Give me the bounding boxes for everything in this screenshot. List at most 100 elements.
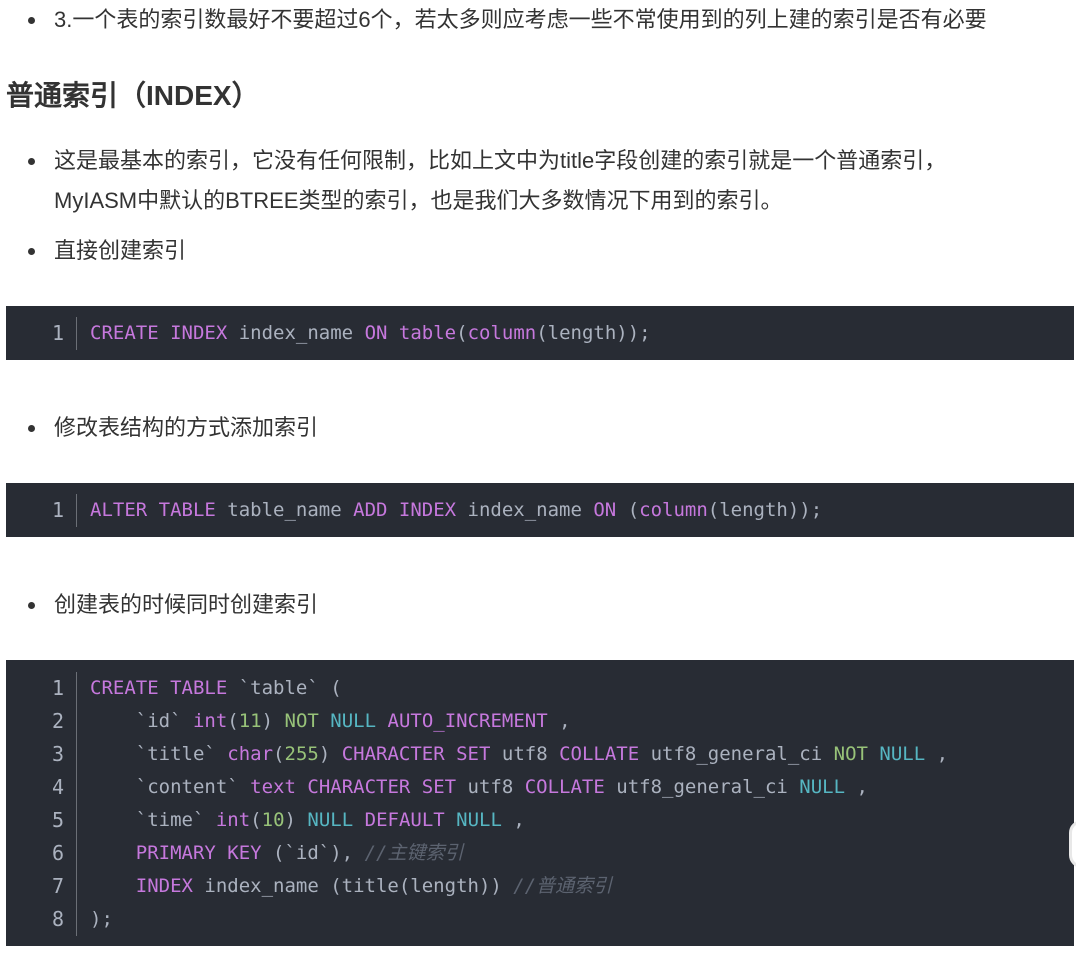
line-number: 6 bbox=[51, 841, 64, 865]
code-token: ON bbox=[364, 322, 388, 344]
code-line: 1 CREATE TABLE `table` ( bbox=[6, 672, 1074, 705]
line-number: 8 bbox=[51, 907, 64, 931]
code-token: index_name bbox=[227, 322, 365, 344]
line-number: 1 bbox=[51, 676, 64, 700]
code-token: ( bbox=[227, 710, 239, 732]
bullet-dot bbox=[28, 17, 35, 24]
code-token: DEFAULT bbox=[364, 809, 445, 831]
code-token: COLLATE bbox=[524, 776, 605, 798]
code-line: 6 PRIMARY KEY (`id`), //主键索引 bbox=[6, 837, 1074, 870]
scroll-handle[interactable] bbox=[1069, 820, 1076, 868]
code-token: text bbox=[250, 776, 296, 798]
code-token: (`id`), bbox=[261, 842, 365, 864]
code-token: NOT bbox=[284, 710, 319, 732]
line-number: 7 bbox=[51, 874, 64, 898]
code-token: (length)); bbox=[707, 499, 823, 521]
code-line: 8); bbox=[6, 903, 1074, 936]
code-token: AUTO_INCREMENT bbox=[387, 710, 548, 732]
code-token: `id` bbox=[90, 710, 193, 732]
line-number: 2 bbox=[51, 709, 64, 733]
code-line: 2 `id` int(11) NOT NULL AUTO_INCREMENT , bbox=[6, 705, 1074, 738]
line-number: 1 bbox=[51, 321, 64, 345]
code-token: 255 bbox=[284, 743, 319, 765]
code-token: int bbox=[215, 809, 251, 831]
code-token: //普通索引 bbox=[513, 875, 613, 897]
code-token: NULL bbox=[879, 743, 926, 765]
line-number: 1 bbox=[51, 498, 64, 522]
code-token: INDEX bbox=[135, 875, 193, 897]
code-token: int bbox=[192, 710, 228, 732]
code-token: table bbox=[398, 322, 457, 344]
desc-bullet-line2: MyIASM中默认的BTREE类型的索引，也是我们大多数情况下用到的索引。 bbox=[54, 188, 783, 213]
code-token: index_name bbox=[456, 499, 594, 521]
code-token: `time` bbox=[90, 809, 216, 831]
section-heading: 普通索引（INDEX） bbox=[6, 80, 260, 111]
code-token: utf8 bbox=[490, 743, 560, 765]
code-token: column bbox=[639, 499, 708, 521]
bullet-create-table-text: 创建表的时候同时创建索引 bbox=[54, 592, 319, 617]
code-token: NOT bbox=[833, 743, 868, 765]
code-line: 1 CREATE INDEX index_name ON table(column… bbox=[6, 317, 1074, 350]
bullet-dot bbox=[28, 425, 35, 432]
code-token: `content` bbox=[90, 776, 251, 798]
bullet-alter-text: 修改表结构的方式添加索引 bbox=[54, 415, 319, 440]
code-token: `title` bbox=[90, 743, 228, 765]
code-token: ( bbox=[456, 322, 468, 344]
code-block-create-table: 1 CREATE TABLE `table` (2 `id` int(11) NO… bbox=[6, 660, 1074, 946]
code-token: column bbox=[467, 322, 537, 344]
line-number: 4 bbox=[51, 775, 64, 799]
code-token: PRIMARY KEY bbox=[135, 842, 262, 864]
code-token: ) bbox=[318, 743, 342, 765]
code-token: ( bbox=[616, 499, 640, 521]
code-block-alter-table: 1 ALTER TABLE table_name ADD INDEX index_… bbox=[6, 483, 1074, 537]
code-token: CHARACTER SET bbox=[307, 776, 457, 798]
code-text: `time` int(10) NULL DEFAULT NULL , bbox=[90, 804, 525, 837]
code-text: INDEX index_name (title(length)) //普通索引 bbox=[90, 870, 612, 903]
code-token: ALTER TABLE bbox=[90, 499, 216, 521]
code-text: CREATE INDEX index_name ON table(column(… bbox=[90, 317, 651, 350]
line-number: 5 bbox=[51, 808, 64, 832]
code-token: , bbox=[501, 809, 525, 831]
code-token: NULL bbox=[330, 710, 377, 732]
code-text: CREATE TABLE `table` ( bbox=[90, 672, 342, 705]
code-token: ( bbox=[250, 809, 262, 831]
code-token: CREATE TABLE bbox=[90, 677, 228, 699]
code-text: PRIMARY KEY (`id`), //主键索引 bbox=[90, 837, 464, 870]
code-token: utf8_general_ci bbox=[604, 776, 800, 798]
code-token: ) bbox=[284, 809, 308, 831]
bullet-direct-text: 直接创建索引 bbox=[54, 238, 187, 263]
code-line: 5 `time` int(10) NULL DEFAULT NULL , bbox=[6, 804, 1074, 837]
code-token: CREATE INDEX bbox=[90, 322, 228, 344]
bullet-dot bbox=[28, 602, 35, 609]
code-token: table_name bbox=[215, 499, 354, 521]
code-token: char bbox=[227, 743, 274, 765]
code-text: `title` char(255) CHARACTER SET utf8 COL… bbox=[90, 738, 948, 771]
code-token: utf8 bbox=[456, 776, 525, 798]
line-number: 3 bbox=[51, 742, 64, 766]
code-token: ) bbox=[261, 710, 285, 732]
code-token: ON bbox=[593, 499, 617, 521]
code-token: NULL bbox=[456, 809, 502, 831]
code-line: 1 ALTER TABLE table_name ADD INDEX index_… bbox=[6, 494, 1074, 527]
intro-bullet-text: 3.一个表的索引数最好不要超过6个，若太多则应考虑一些不常使用到的列上建的索引是… bbox=[54, 7, 987, 32]
code-block-create-index: 1 CREATE INDEX index_name ON table(column… bbox=[6, 306, 1074, 360]
bullet-dot bbox=[28, 158, 35, 165]
code-token: ( bbox=[273, 743, 285, 765]
desc-bullet-line1: 这是最基本的索引，它没有任何限制，比如上文中为title字段创建的索引就是一个普… bbox=[54, 148, 947, 173]
code-text: ALTER TABLE table_name ADD INDEX index_n… bbox=[90, 494, 822, 527]
code-text: `content` text CHARACTER SET utf8 COLLAT… bbox=[90, 771, 868, 804]
code-token: , bbox=[547, 710, 571, 732]
bullet-dot bbox=[28, 248, 35, 255]
code-token: 10 bbox=[261, 809, 285, 831]
code-token: , bbox=[925, 743, 949, 765]
code-token: NULL bbox=[799, 776, 846, 798]
